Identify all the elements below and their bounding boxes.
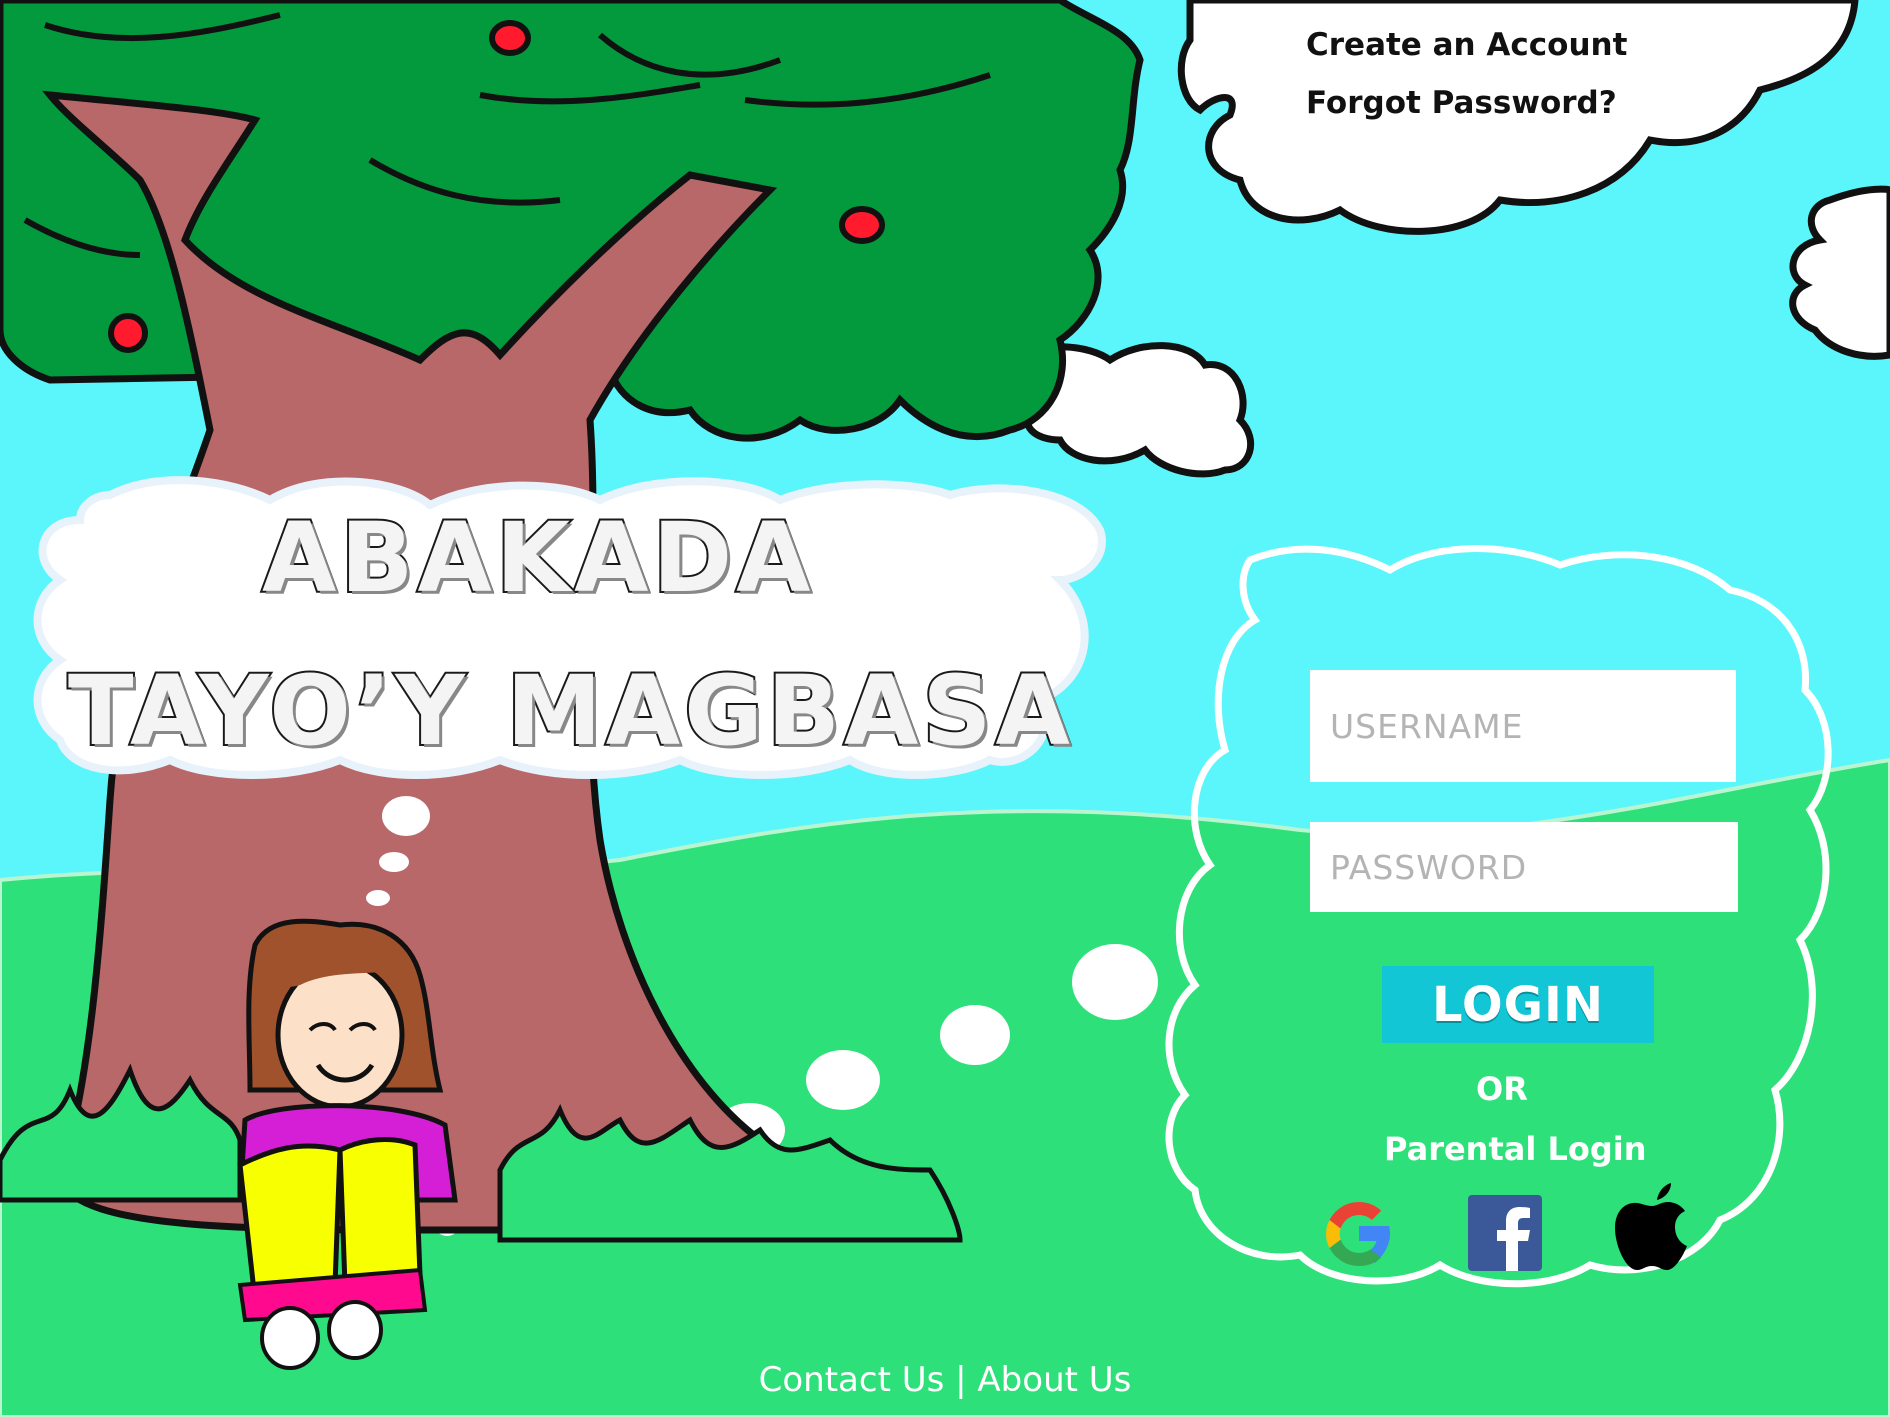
login-page: Create an Account Forgot Password? ABAKA… [0, 0, 1890, 1417]
contact-us-link[interactable]: Contact Us [759, 1360, 945, 1400]
apple-icon[interactable] [1612, 1178, 1694, 1278]
create-account-link[interactable]: Create an Account [1306, 27, 1627, 63]
username-input[interactable] [1310, 670, 1736, 782]
footer-separator: | [955, 1360, 967, 1400]
parental-login-label: Parental Login [1384, 1130, 1647, 1168]
title-line-2: TAYO’Y MAGBASA [66, 653, 1074, 769]
google-icon[interactable] [1318, 1193, 1400, 1275]
login-button[interactable]: LOGIN [1382, 966, 1654, 1043]
title-line-1: ABAKADA [260, 500, 815, 616]
or-label: OR [1476, 1070, 1528, 1108]
about-us-link[interactable]: About Us [977, 1360, 1131, 1400]
footer: Contact Us | About Us [0, 1360, 1890, 1400]
password-input[interactable] [1310, 822, 1738, 912]
forgot-password-link[interactable]: Forgot Password? [1306, 85, 1617, 121]
facebook-icon[interactable] [1466, 1193, 1548, 1275]
